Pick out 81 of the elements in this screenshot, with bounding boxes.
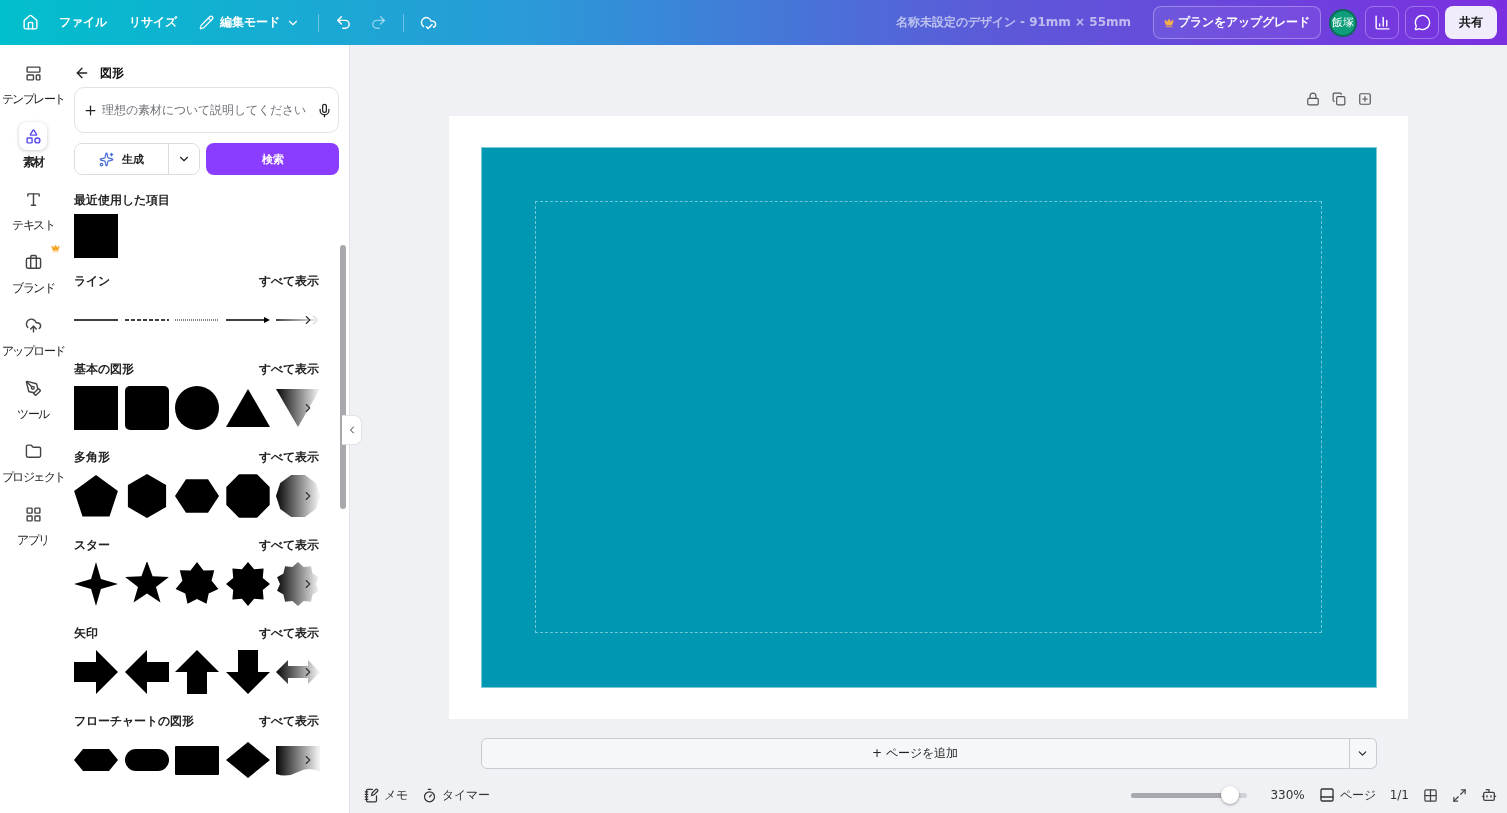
zoom-slider-thumb[interactable] [1220,786,1239,804]
sparkle-icon [99,151,114,167]
share-button[interactable]: 共有 [1445,6,1497,39]
shape-icon[interactable] [276,474,320,518]
sidebar-item[interactable]: アプリ [0,500,66,549]
sidebar-item[interactable]: プロジェクト [0,437,66,486]
pencil-icon [199,15,214,30]
sidebar-item[interactable]: ブランド [0,248,66,297]
grid-icon [1423,787,1438,803]
shape-icon[interactable] [74,650,118,694]
panel-title: 図形 [100,64,124,82]
section-title: 基本の図形 [74,362,134,377]
timer-icon [422,787,437,803]
shape-icon[interactable] [225,650,270,694]
shape-icon[interactable] [124,650,169,694]
section-title: 最近使用した項目 [74,193,170,207]
see-all-link[interactable]: すべて表示 [259,449,319,466]
fullscreen-button[interactable] [1452,787,1467,803]
timer-button[interactable]: タイマー [422,786,490,804]
notes-button[interactable]: メモ [364,786,408,804]
sidebar-label: 素材 [22,154,44,171]
insights-button[interactable] [1365,6,1399,39]
shape-icon[interactable] [74,474,118,518]
shape-icon[interactable] [175,386,219,430]
shape-icon[interactable] [175,650,219,694]
zoom-reading: 330% [1270,788,1305,802]
sidebar-item[interactable]: 素材 [0,122,66,171]
section-title: 矢印 [74,626,98,641]
section-title: 多角形 [74,450,110,465]
bar-chart-icon [1373,14,1391,31]
page-count: 1/1 [1389,788,1409,802]
shapes-icon [19,122,47,150]
assistant-button[interactable] [1481,787,1497,803]
sidebar-label: テキスト [12,217,54,234]
shape-icon[interactable] [124,386,169,430]
duplicate-icon[interactable] [1332,92,1346,106]
shape-icon[interactable] [225,474,270,518]
redo-icon [370,14,387,31]
see-all-link[interactable]: すべて表示 [259,537,319,554]
sidebar-item[interactable]: アップロード [0,311,66,360]
cloud-check-icon [420,14,437,31]
add-page-button[interactable]: + ページを追加 [480,738,1350,769]
back-button[interactable] [74,65,90,81]
plus-icon [83,102,98,118]
home-icon [22,14,39,31]
see-all-link[interactable]: すべて表示 [259,361,319,378]
shape-icon[interactable] [276,562,320,606]
search-button[interactable]: 検索 [206,143,339,175]
sidebar-item[interactable]: テキスト [0,185,66,234]
grid-view-button[interactable] [1423,787,1438,803]
sidebar-item[interactable]: ツール [0,374,66,423]
section-title: フローチャートの図形 [74,714,194,729]
comment-button[interactable] [1405,6,1439,39]
robot-icon [1481,787,1497,803]
sidebar-label: ツール [17,406,49,423]
expand-icon [1452,787,1467,803]
design-title: 名称未設定のデザイン - 91mm × 55mm [895,14,1131,31]
shape-icon[interactable] [74,562,118,606]
sidebar-label: アプリ [17,532,49,549]
add-page-icon[interactable] [1358,92,1372,106]
sidebar-label: アップロード [1,343,65,360]
crown-icon [1164,17,1174,28]
pages-button[interactable]: ページ [1318,786,1376,804]
undo-icon [335,14,352,31]
sidebar-label: テンプレート [1,91,65,108]
sidebar-label: ブランド [12,280,54,297]
speech-bubble-icon [1413,14,1431,31]
shape-icon[interactable] [175,562,219,606]
section-title: スター [74,538,110,553]
see-all-link[interactable]: すべて表示 [259,273,319,290]
pages-icon [1318,787,1335,803]
upgrade-button[interactable]: プランをアップグレード [1153,6,1321,39]
section-title: ライン [74,274,110,289]
microphone-icon [317,102,332,118]
shape-icon[interactable] [225,562,270,606]
lock-icon[interactable] [1306,92,1320,106]
see-all-link[interactable]: すべて表示 [259,713,319,730]
note-icon [364,787,379,803]
sidebar-label: プロジェクト [1,469,65,486]
see-all-link[interactable]: すべて表示 [259,625,319,642]
sidebar-item[interactable]: テンプレート [0,59,66,108]
